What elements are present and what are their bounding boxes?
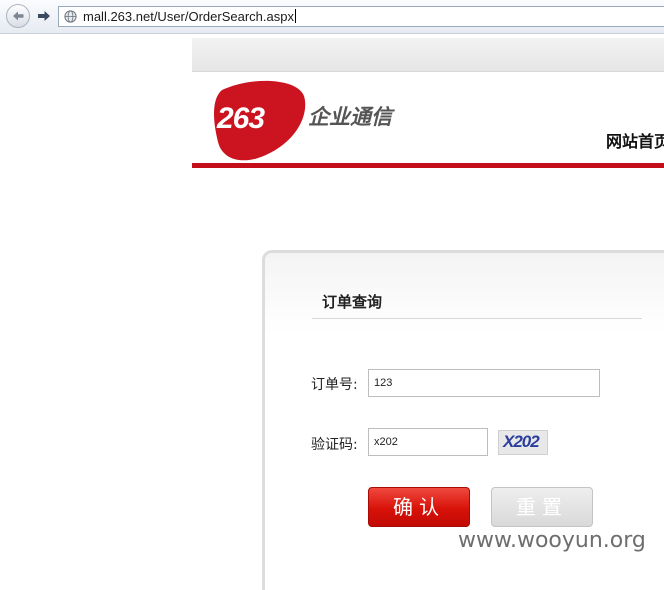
back-arrow-icon — [13, 11, 24, 21]
header-red-bar — [192, 163, 664, 168]
back-button[interactable] — [6, 4, 30, 28]
brand-logo[interactable]: 263 企业通信 — [212, 78, 422, 162]
forward-arrow-icon — [38, 11, 50, 21]
confirm-button[interactable]: 确认 — [368, 487, 470, 527]
globe-icon — [64, 10, 77, 23]
forward-button[interactable] — [34, 6, 54, 26]
order-number-input[interactable]: 123 — [368, 369, 600, 397]
captcha-input[interactable]: x202 — [368, 428, 488, 456]
captcha-label: 验证码: — [311, 437, 358, 453]
watermark: www.wooyun.org — [458, 528, 646, 553]
site-top-strip — [192, 38, 664, 71]
svg-text:企业通信: 企业通信 — [308, 105, 395, 129]
order-number-label: 订单号: — [311, 377, 358, 393]
divider — [192, 71, 664, 72]
browser-toolbar: mall.263.net/User/OrderSearch.aspx — [0, 0, 664, 34]
captcha-image[interactable]: X202 — [498, 430, 548, 455]
reset-button[interactable]: 重置 — [491, 487, 593, 527]
home-link[interactable]: 网站首页 — [606, 128, 664, 152]
captcha-image-text: X202 — [503, 432, 540, 451]
panel-title: 订单查询 — [322, 293, 383, 311]
url-text: mall.263.net/User/OrderSearch.aspx — [83, 9, 296, 24]
divider — [312, 318, 642, 319]
address-bar[interactable]: mall.263.net/User/OrderSearch.aspx — [58, 6, 664, 27]
svg-text:263: 263 — [216, 102, 265, 135]
